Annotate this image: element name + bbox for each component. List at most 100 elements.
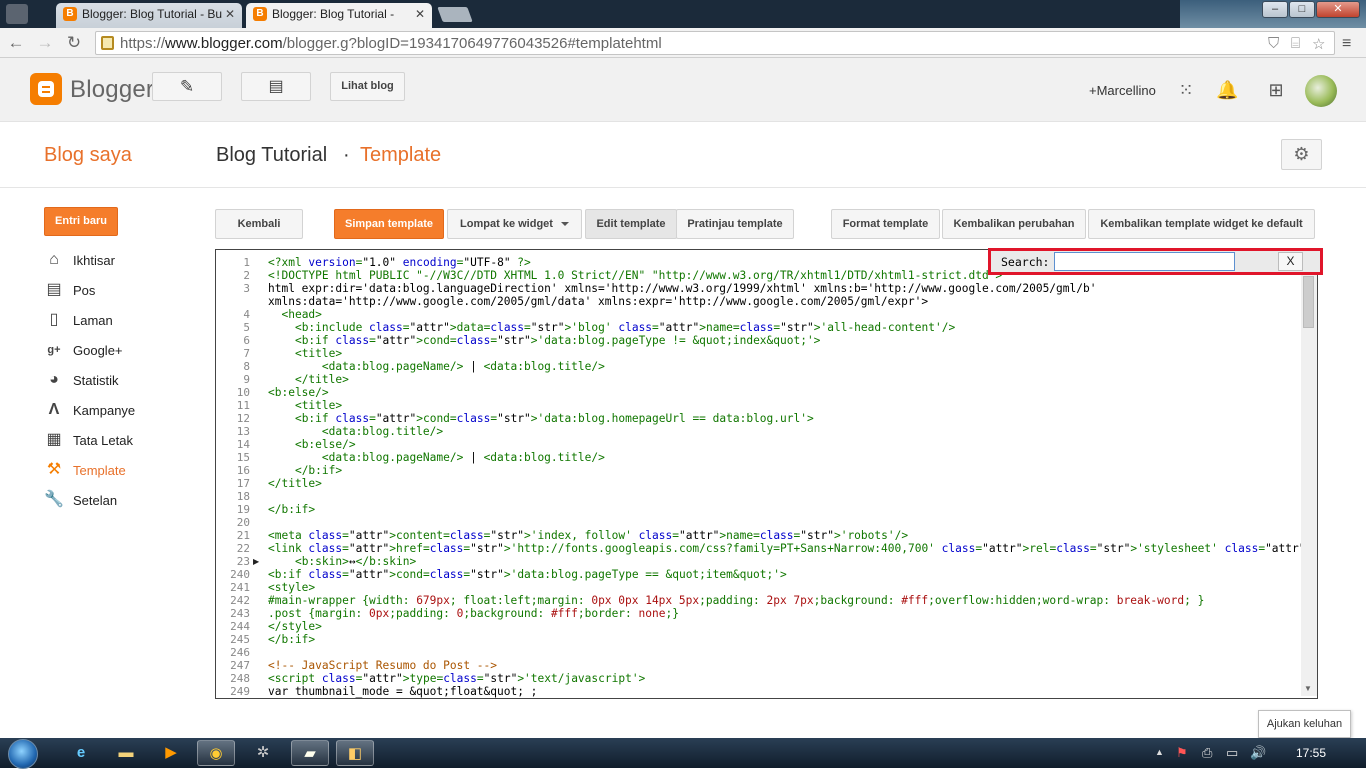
sidebar-item-campaigns[interactable]: Λ Kampanye [44, 400, 194, 422]
line-number: 242 [230, 594, 250, 607]
address-bar[interactable]: https://www.blogger.com/blogger.g?blogID… [95, 31, 1335, 55]
feedback-tooltip[interactable]: Ajukan keluhan [1258, 710, 1351, 738]
ie-icon[interactable]: e [62, 740, 100, 766]
avatar[interactable] [1305, 75, 1337, 107]
code-line: <meta class="attr">content=class="str">'… [268, 529, 909, 542]
preview-template-button[interactable]: Pratinjau template [676, 209, 794, 239]
back-arrow-icon[interactable]: ← [6, 33, 26, 53]
url-text: https://www.blogger.com/blogger.g?blogID… [120, 35, 662, 52]
revert-widgets-button[interactable]: Kembalikan template widget ke default [1088, 209, 1315, 239]
search-input[interactable] [1054, 252, 1235, 271]
bookmark-star-icon[interactable]: ☆ [1312, 35, 1325, 53]
code-area[interactable]: <?xml version="1.0" encoding="UTF-8" ?> <… [268, 250, 1317, 698]
scroll-down-icon[interactable]: ▼ [1304, 684, 1312, 693]
code-search-bar: Search: X [988, 248, 1323, 275]
profile-avatar-icon[interactable] [6, 4, 28, 24]
line-number: 247 [230, 659, 250, 672]
close-tab-icon[interactable]: ✕ [415, 3, 425, 25]
brand-name[interactable]: Blogger [70, 76, 154, 104]
sidebar-item-stats[interactable]: ◕ Statistik [44, 370, 194, 392]
sidebar-item-google-plus[interactable]: g+ Google+ [44, 340, 194, 362]
forward-arrow-icon[interactable]: → [35, 33, 55, 53]
sidebar-item-overview[interactable]: ⌂ Ikhtisar [44, 250, 194, 272]
reload-icon[interactable]: ↻ [64, 33, 84, 53]
code-line: <b:if class="attr">cond=class="str">'dat… [268, 568, 787, 581]
blogger-logo-icon[interactable] [30, 73, 62, 105]
page-title: Template [360, 144, 442, 166]
revert-changes-button[interactable]: Kembalikan perubahan [942, 209, 1086, 239]
code-line: </b:if> [268, 503, 316, 516]
sidebar-item-label: Ikhtisar [73, 253, 115, 268]
sidebar-item-posts[interactable]: ▤ Pos [44, 280, 194, 302]
settings-app-icon[interactable]: ✲ [244, 740, 282, 766]
tab-blogger-2[interactable]: B Blogger: Blog Tutorial - ✕ [246, 3, 432, 28]
notes-app-icon[interactable]: ▰ [291, 740, 329, 766]
line-number-gutter: 1 2 3 4 5 6 7 8 9 10 11 12 13 14 15 16 17 18 19 20 21 22 23 ▶ 24… [216, 250, 259, 698]
sidebar-item-settings[interactable]: 🔧 Setelan [44, 490, 194, 512]
network-icon[interactable]: ▭ [1226, 745, 1238, 761]
code-line: <title> [294, 347, 343, 360]
flag-icon[interactable]: ⚑ [1176, 745, 1188, 761]
my-blogs-link[interactable]: Blog saya [44, 144, 132, 167]
tray-expand-icon[interactable]: ▲ [1155, 747, 1164, 757]
shield-icon[interactable]: ⛉ [1268, 35, 1279, 52]
line-number: 15 [236, 451, 250, 464]
line-number: 21 [236, 529, 250, 542]
jump-to-widget-dropdown[interactable]: Lompat ke widget [447, 209, 582, 239]
tab-blogger-1[interactable]: B Blogger: Blog Tutorial - Bu ✕ [56, 3, 242, 28]
view-blog-button[interactable]: Lihat blog [330, 72, 405, 101]
sidebar-item-pages[interactable]: ▯ Laman [44, 310, 194, 332]
volume-icon[interactable]: 🔊 [1250, 745, 1266, 761]
new-tab-button[interactable] [437, 7, 473, 22]
apps-grid-icon[interactable]: ⁙ [1175, 80, 1197, 101]
scrollbar-thumb[interactable] [1303, 276, 1314, 328]
user-name-link[interactable]: +Marcellino [1089, 83, 1156, 98]
close-window-button[interactable]: ✕ [1316, 1, 1360, 18]
gear-icon: ⚙ [1293, 144, 1310, 164]
code-line: <b:skin>↔</b:skin> [294, 555, 417, 568]
back-button[interactable]: Kembali [215, 209, 303, 239]
notifications-bell-icon[interactable]: 🔔 [1216, 80, 1238, 101]
edit-template-button[interactable]: Edit template [585, 209, 677, 239]
pages-icon: ▯ [49, 311, 59, 328]
line-number: 12 [236, 412, 250, 425]
save-template-button[interactable]: Simpan template [334, 209, 444, 239]
line-number: 6 [243, 334, 250, 347]
sidebar-item-layout[interactable]: ▦ Tata Letak [44, 430, 194, 452]
package-app-icon[interactable]: ◧ [336, 740, 374, 766]
line-number: 2 [243, 269, 250, 282]
code-line: <script class="attr">type=class="str">'t… [268, 672, 646, 685]
new-post-button[interactable]: Entri baru [44, 207, 118, 236]
taskbar-clock[interactable]: 17:55 [1296, 746, 1326, 760]
code-line: <b:if class="attr">cond=class="str">'dat… [294, 412, 814, 425]
sidebar-item-label: Statistik [73, 373, 119, 388]
share-plus-icon[interactable]: ⊞ [1265, 80, 1287, 101]
line-number: 9 [243, 373, 250, 386]
close-tab-icon[interactable]: ✕ [225, 3, 235, 25]
explorer-folder-icon[interactable]: ▬ [107, 740, 145, 766]
menu-icon[interactable]: ≡ [1342, 35, 1351, 53]
browser-tab-strip: B Blogger: Blog Tutorial - Bu ✕ B Blogge… [0, 0, 1366, 28]
posts-list-button[interactable]: ▤ [241, 72, 311, 101]
line-number: 18 [236, 490, 250, 503]
format-template-button[interactable]: Format template [831, 209, 940, 239]
vertical-scrollbar[interactable]: ▲ ▼ [1301, 252, 1317, 696]
code-editor[interactable]: 1 2 3 4 5 6 7 8 9 10 11 12 13 14 15 16 17 18 19 20 21 22 23 ▶ 24… [215, 249, 1318, 699]
media-player-icon[interactable]: ▶ [152, 740, 190, 766]
code-line: <?xml version="1.0" encoding="UTF-8" ?> [268, 256, 531, 269]
minimize-button[interactable]: – [1262, 1, 1288, 18]
device-icon[interactable]: ⎙ [1202, 745, 1212, 761]
chrome-icon[interactable]: ◉ [197, 740, 235, 766]
sidebar-item-template[interactable]: ⚒ Template [44, 460, 194, 482]
line-number: 17 [236, 477, 250, 490]
translate-icon[interactable]: ⌸ [1291, 35, 1300, 52]
close-search-button[interactable]: X [1278, 252, 1303, 271]
line-number: 22 [236, 542, 250, 555]
start-button[interactable] [8, 739, 38, 769]
new-post-pencil-button[interactable]: ✎ [152, 72, 222, 101]
line-number: 243 [230, 607, 250, 620]
maximize-button[interactable]: □ [1289, 1, 1315, 18]
code-line: <link class="attr">href=class="str">'htt… [268, 542, 1317, 555]
settings-gear-button[interactable]: ⚙ [1281, 139, 1322, 170]
fold-arrow-icon[interactable]: ▶ [253, 557, 259, 566]
